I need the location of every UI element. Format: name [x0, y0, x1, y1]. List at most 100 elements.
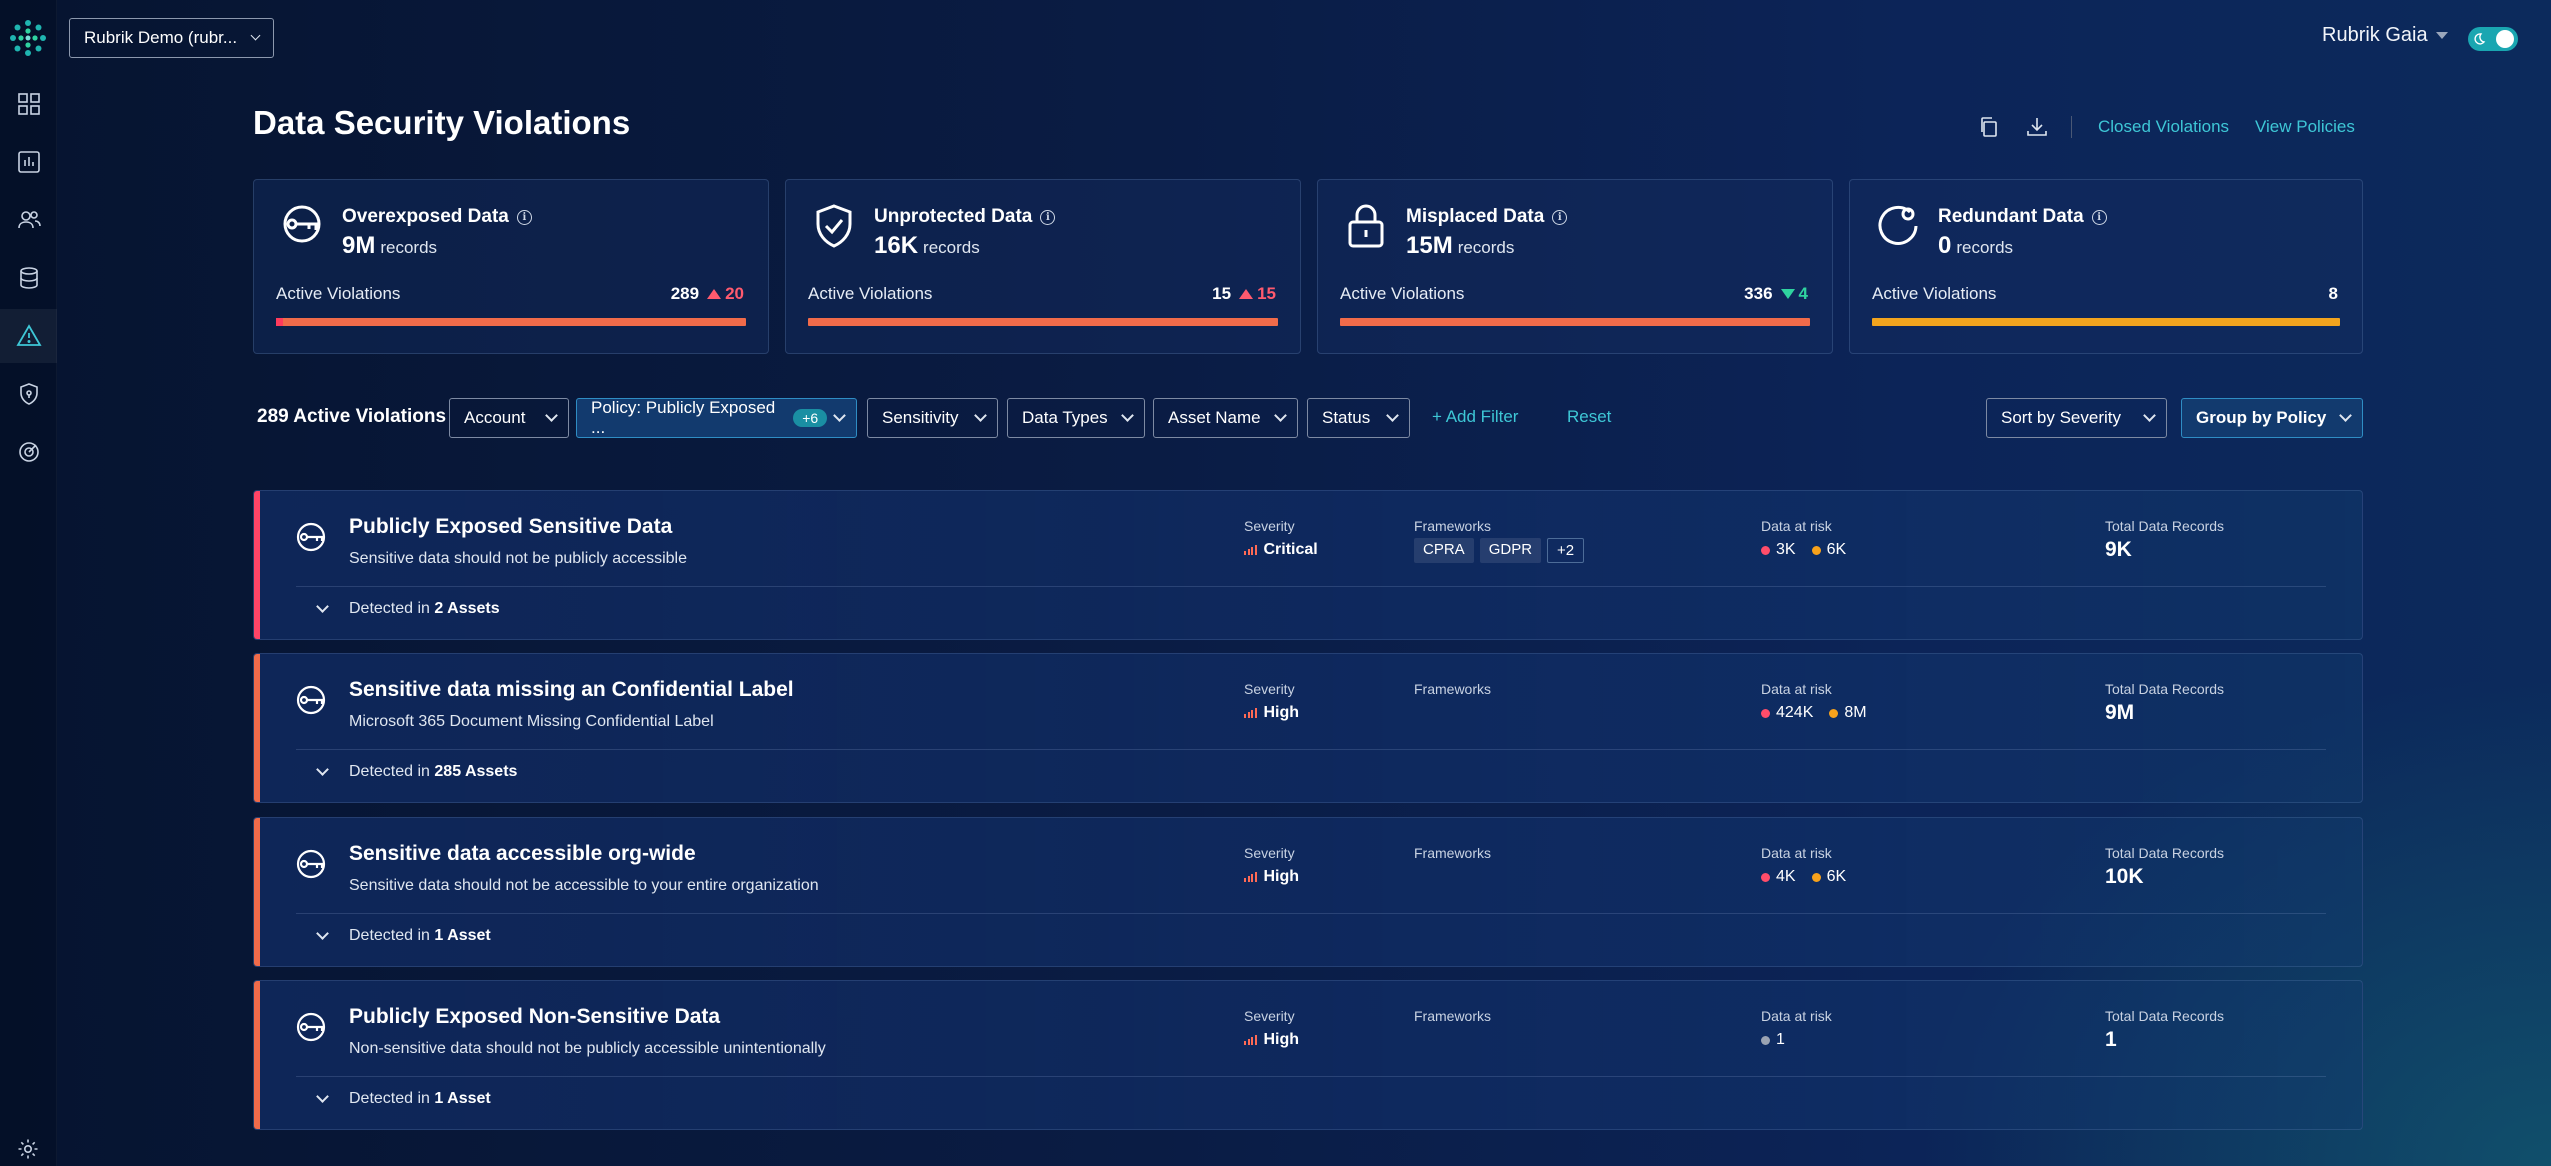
rubrik-logo-icon[interactable]: [8, 18, 48, 58]
chevron-down-icon[interactable]: [316, 763, 329, 776]
reports-icon: [17, 151, 40, 173]
info-icon[interactable]: i: [1040, 209, 1056, 225]
filter-policy[interactable]: Policy: Publicly Exposed ... +6: [576, 398, 857, 438]
key-icon: [296, 522, 326, 552]
frameworks-label: Frameworks: [1414, 681, 1492, 697]
filter-label: Sensitivity: [882, 408, 959, 427]
nav-dashboard[interactable]: [0, 77, 57, 131]
nav-violations[interactable]: [0, 309, 57, 363]
filter-asset-name[interactable]: Asset Name: [1153, 398, 1298, 438]
filter-label: Data Types: [1022, 408, 1108, 427]
filter-label: Account: [464, 408, 526, 427]
chevron-down-icon[interactable]: [316, 600, 329, 613]
total-records-value: 9K: [2105, 538, 2132, 561]
framework-more-chip[interactable]: +2: [1547, 538, 1585, 563]
detected-assets[interactable]: Detected in 2 Assets: [349, 600, 500, 618]
data-at-risk-value: 4K 6K: [1761, 868, 1846, 886]
add-filter-button[interactable]: + Add Filter: [1432, 407, 1518, 427]
severity-stripe: [254, 654, 260, 802]
data-at-risk-label: Data at risk: [1761, 518, 1832, 534]
filter-status[interactable]: Status: [1307, 398, 1410, 438]
total-records-label: Total Data Records: [2105, 681, 2225, 697]
row-divider: [296, 913, 2326, 914]
nav-data-stores[interactable]: [0, 251, 57, 305]
violation-description: Sensitive data should not be publicly ac…: [349, 550, 687, 567]
data-at-risk-value: 1: [1761, 1031, 1785, 1049]
delta-down: 4: [1780, 284, 1808, 304]
detected-assets[interactable]: Detected in 1 Asset: [349, 927, 491, 945]
violation-title[interactable]: Publicly Exposed Non-Sensitive Data: [349, 1005, 720, 1029]
card-redundant[interactable]: Redundant Data i 0 records Active Violatio…: [1849, 179, 2363, 354]
filter-sensitivity[interactable]: Sensitivity: [867, 398, 998, 438]
severity-label: Severity: [1244, 518, 1295, 534]
chevron-down-icon[interactable]: [316, 1090, 329, 1103]
card-value: 16K records: [874, 232, 980, 259]
card-title: Unprotected Data i: [874, 206, 1056, 228]
severity-stripe: [254, 491, 260, 639]
violation-title[interactable]: Publicly Exposed Sensitive Data: [349, 515, 672, 539]
nav-security[interactable]: [0, 367, 57, 421]
info-icon[interactable]: i: [516, 209, 532, 225]
row-divider: [296, 586, 2326, 587]
arrow-up-icon: [1239, 289, 1254, 299]
key-icon: [283, 205, 321, 243]
detected-assets[interactable]: Detected in 1 Asset: [349, 1090, 491, 1108]
reset-button[interactable]: Reset: [1567, 407, 1611, 427]
card-count: 336 4: [1744, 284, 1808, 304]
settings-icon[interactable]: [16, 1137, 40, 1161]
violation-row[interactable]: Sensitive data accessible org-wide Sensi…: [253, 817, 2363, 967]
data-at-risk-label: Data at risk: [1761, 845, 1832, 861]
group-label: Group by Policy: [2196, 408, 2327, 427]
severity-stripe: [254, 981, 260, 1129]
theme-toggle[interactable]: [2468, 27, 2518, 51]
info-icon[interactable]: i: [1552, 209, 1568, 225]
high-risk-dot: [1761, 872, 1770, 882]
card-value: 15M records: [1406, 232, 1515, 259]
severity-stripe: [254, 818, 260, 966]
filter-account[interactable]: Account: [449, 398, 569, 438]
card-misplaced[interactable]: Misplaced Data i 15M records Active Violat…: [1317, 179, 1833, 354]
chevron-down-icon: [1386, 409, 1399, 422]
nav-users[interactable]: [0, 193, 57, 247]
frameworks-list: CPRA GDPR +2: [1414, 538, 1585, 563]
violation-row[interactable]: Publicly Exposed Sensitive Data Sensitiv…: [253, 490, 2363, 640]
total-records-value: 1: [2105, 1028, 2117, 1051]
data-at-risk-value: 3K 6K: [1761, 541, 1846, 559]
card-title: Redundant Data i: [1938, 206, 2107, 228]
severity-value: Critical: [1244, 541, 1318, 559]
violation-title[interactable]: Sensitive data accessible org-wide: [349, 842, 696, 866]
chevron-down-icon[interactable]: [316, 927, 329, 940]
framework-chip: GDPR: [1479, 538, 1542, 563]
closed-violations-link[interactable]: Closed Violations: [2098, 117, 2229, 137]
radar-icon: [18, 442, 39, 462]
card-title: Overexposed Data i: [342, 206, 532, 228]
data-at-risk-label: Data at risk: [1761, 1008, 1832, 1024]
filter-data-types[interactable]: Data Types: [1007, 398, 1145, 438]
nav-reports[interactable]: [0, 135, 57, 189]
shield-icon: [19, 383, 38, 405]
violation-title[interactable]: Sensitive data missing an Confidential L…: [349, 678, 794, 702]
chevron-down-icon: [974, 409, 987, 422]
bar-tick: [276, 318, 283, 326]
copy-icon[interactable]: [1976, 114, 2002, 140]
view-policies-link[interactable]: View Policies: [2255, 117, 2355, 137]
group-select[interactable]: Group by Policy: [2181, 398, 2363, 438]
dashboard-icon: [17, 93, 40, 115]
sidebar: [0, 0, 57, 1166]
violation-row[interactable]: Sensitive data missing an Confidential L…: [253, 653, 2363, 803]
nav-monitoring[interactable]: [0, 425, 57, 479]
severity-bars-icon: [1244, 708, 1257, 718]
severity-label: Severity: [1244, 845, 1295, 861]
card-overexposed[interactable]: Overexposed Data i 9M records Active Viola…: [253, 179, 769, 354]
violation-row[interactable]: Publicly Exposed Non-Sensitive Data Non-…: [253, 980, 2363, 1130]
detected-assets[interactable]: Detected in 285 Assets: [349, 763, 517, 781]
card-progress-bar: [808, 318, 1278, 326]
user-menu[interactable]: Rubrik Gaia: [2322, 24, 2448, 47]
card-unprotected[interactable]: Unprotected Data i 16K records Active Viol…: [785, 179, 1301, 354]
account-select[interactable]: Rubrik Demo (rubr...: [69, 18, 274, 58]
sort-select[interactable]: Sort by Severity: [1986, 398, 2167, 438]
chevron-down-icon: [2143, 409, 2156, 422]
severity-bars-icon: [1244, 545, 1257, 555]
download-icon[interactable]: [2024, 114, 2050, 140]
info-icon[interactable]: i: [2091, 209, 2107, 225]
